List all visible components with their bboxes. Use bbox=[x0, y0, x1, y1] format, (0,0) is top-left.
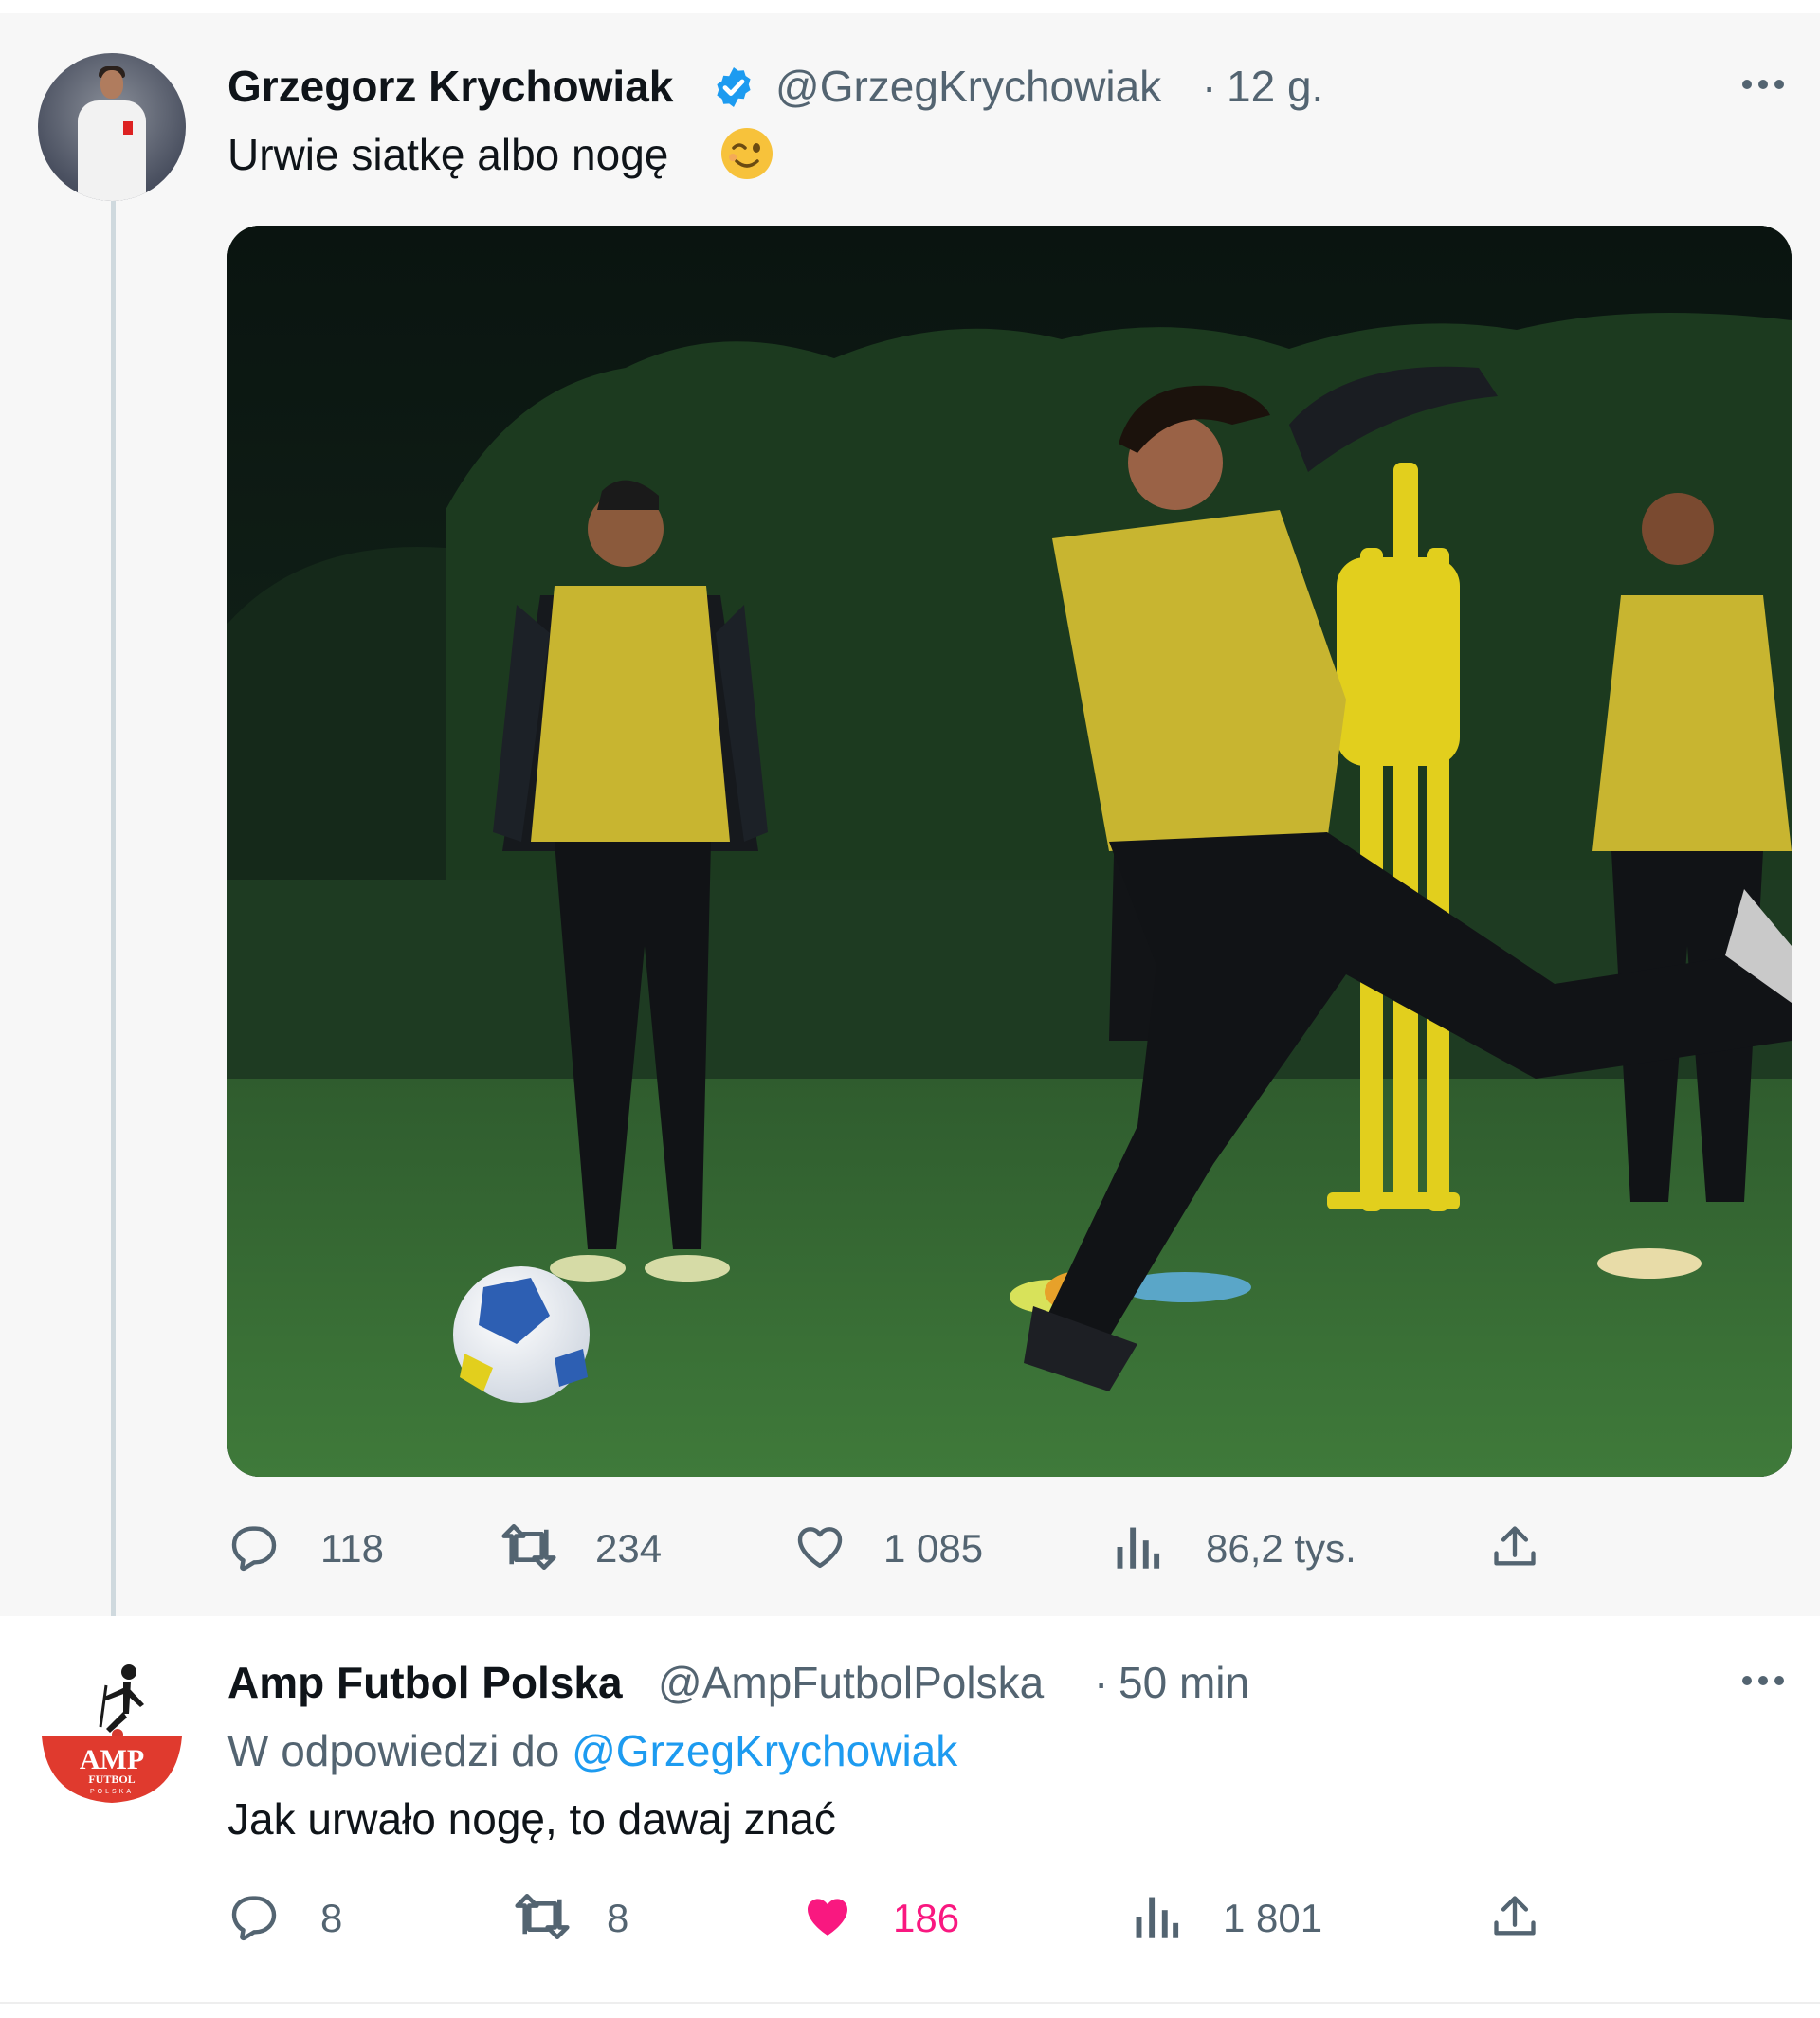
training-photo bbox=[228, 226, 1792, 1477]
avatar[interactable] bbox=[38, 53, 186, 201]
avatar-crest bbox=[123, 121, 133, 135]
view-count: 1 801 bbox=[1223, 1896, 1323, 1940]
verified-badge-icon bbox=[717, 67, 751, 107]
replying-to-label: W odpowiedzi do bbox=[228, 1726, 560, 1775]
avatar-shirt bbox=[78, 100, 146, 201]
retweet-icon[interactable] bbox=[499, 1520, 559, 1573]
like-count: 1 085 bbox=[883, 1526, 984, 1571]
bottom-divider bbox=[0, 2002, 1820, 2004]
thread-connector bbox=[111, 201, 116, 1636]
timestamp[interactable]: 12 g. bbox=[1227, 61, 1323, 112]
tweet-thread: Grzegorz Krychowiak @GrzegKrychowiak · 1… bbox=[0, 0, 1820, 2018]
retweet-count: 8 bbox=[607, 1896, 629, 1940]
amp-futbol-logo[interactable]: AMP FUTBOL POLSKA bbox=[38, 1659, 186, 1807]
reply-text: Jak urwało nogę, to dawaj znać bbox=[228, 1794, 836, 1844]
winking-face-icon bbox=[721, 128, 773, 179]
retweet-count: 234 bbox=[595, 1526, 663, 1571]
heart-icon[interactable] bbox=[792, 1520, 847, 1573]
replying-to-mention[interactable]: @GrzegKrychowiak bbox=[572, 1726, 957, 1775]
more-icon[interactable] bbox=[1740, 1674, 1786, 1687]
replying-to-line: W odpowiedzi do @GrzegKrychowiak bbox=[228, 1725, 957, 1776]
separator-dot: · bbox=[1202, 62, 1217, 111]
reply-author-handle[interactable]: @AmpFutbolPolska bbox=[658, 1657, 1044, 1708]
reply-timestamp[interactable]: 50 min bbox=[1119, 1657, 1249, 1708]
heart-filled-icon[interactable] bbox=[800, 1890, 855, 1943]
reply-count: 8 bbox=[320, 1896, 343, 1940]
share-icon[interactable] bbox=[1490, 1520, 1539, 1573]
view-count: 86,2 tys. bbox=[1206, 1526, 1356, 1571]
logo-polska-text: POLSKA bbox=[90, 1789, 134, 1795]
reply-author-name[interactable]: Amp Futbol Polska bbox=[228, 1657, 623, 1708]
reply-icon[interactable] bbox=[228, 1520, 281, 1573]
more-icon[interactable] bbox=[1740, 78, 1786, 91]
retweet-icon[interactable] bbox=[512, 1890, 573, 1943]
views-icon[interactable] bbox=[1132, 1890, 1179, 1943]
views-icon[interactable] bbox=[1113, 1520, 1160, 1573]
reply-icon[interactable] bbox=[228, 1890, 281, 1943]
avatar-head bbox=[100, 70, 123, 99]
tweet-photo[interactable] bbox=[228, 226, 1792, 1477]
logo-futbol-text: FUTBOL bbox=[88, 1773, 135, 1786]
share-icon[interactable] bbox=[1490, 1890, 1539, 1943]
author-name[interactable]: Grzegorz Krychowiak bbox=[228, 61, 673, 112]
separator-dot: · bbox=[1094, 1658, 1109, 1707]
tweet-text: Urwie siatkę albo nogę bbox=[228, 130, 669, 179]
logo-amp-text: AMP bbox=[80, 1744, 144, 1775]
football bbox=[453, 1266, 590, 1403]
like-count: 186 bbox=[893, 1896, 960, 1940]
reply-count: 118 bbox=[320, 1526, 384, 1571]
top-divider bbox=[0, 0, 1820, 14]
author-handle[interactable]: @GrzegKrychowiak bbox=[775, 61, 1161, 112]
